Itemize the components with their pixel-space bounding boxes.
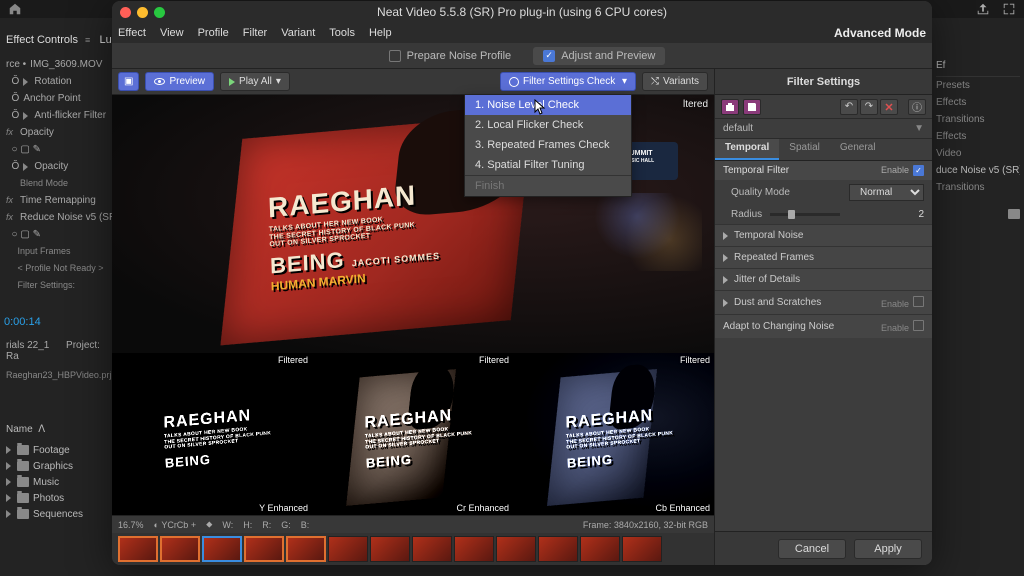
adapt-enable-check[interactable] bbox=[913, 320, 924, 331]
eye-icon bbox=[154, 78, 165, 85]
filter-settings-header: Filter Settings bbox=[715, 69, 932, 95]
section-adapt[interactable]: Adapt to Changing NoiseEnable bbox=[715, 314, 932, 338]
status-bar: 16.7% ◐ YCrCb + ⬥ W:H: R:G:B: Frame: 384… bbox=[112, 515, 714, 533]
channel-cb[interactable]: RAEGHANTALKS ABOUT HER NEW BOOKTHE SECRE… bbox=[514, 353, 714, 515]
channel-cr[interactable]: RAEGHANTALKS ABOUT HER NEW BOOKTHE SECRE… bbox=[313, 353, 513, 515]
export-icon[interactable] bbox=[976, 2, 990, 16]
bin-footage[interactable]: Footage bbox=[6, 442, 116, 458]
dropdown-flicker-check[interactable]: 2. Local Flicker Check bbox=[465, 115, 631, 135]
play-icon bbox=[229, 78, 235, 86]
gear-icon bbox=[509, 77, 519, 87]
tab-general[interactable]: General bbox=[830, 139, 886, 160]
profile-status: < Profile Not Ready > bbox=[6, 260, 114, 277]
project-tab[interactable]: rials 22_1 Project: Ra bbox=[6, 340, 114, 362]
radius-slider[interactable] bbox=[770, 213, 840, 216]
mode-adjust-preview[interactable]: Adjust and Preview bbox=[533, 47, 665, 65]
bin-graphics[interactable]: Graphics bbox=[6, 458, 116, 474]
undo-button[interactable]: ↶ bbox=[840, 99, 858, 115]
effect-reducenoise[interactable]: fxReduce Noise v5 (SR) bbox=[6, 209, 114, 226]
section-dust[interactable]: Dust and ScratchesEnable bbox=[715, 290, 932, 314]
dropdown-repeated-frames[interactable]: 3. Repeated Frames Check bbox=[465, 135, 631, 155]
menu-tools[interactable]: Tools bbox=[329, 27, 355, 39]
advanced-mode-label[interactable]: Advanced Mode bbox=[834, 26, 926, 40]
input-frames-label: Input Frames bbox=[6, 243, 114, 260]
dropdown-noise-level[interactable]: 1. Noise Level Check bbox=[465, 95, 631, 115]
filtered-label: ltered bbox=[683, 99, 708, 110]
screenshot-button[interactable]: ▣ bbox=[118, 72, 139, 91]
channel-y[interactable]: RAEGHANTALKS ABOUT HER NEW BOOKTHE SECRE… bbox=[112, 353, 312, 515]
frame-info: Frame: 3840x2160, 32-bit RGB bbox=[583, 520, 708, 530]
section-temporal-noise[interactable]: Temporal Noise bbox=[715, 224, 932, 246]
help-button[interactable]: ⓘ bbox=[908, 99, 926, 115]
redo-button[interactable]: ↷ bbox=[860, 99, 878, 115]
project-file: Raeghan23_HBPVideo.prj bbox=[6, 370, 114, 380]
menu-view[interactable]: View bbox=[160, 27, 184, 39]
mode-prepare-profile[interactable]: Prepare Noise Profile bbox=[379, 47, 522, 65]
param-antiflicker[interactable]: Ŏ Anti-flicker Filter bbox=[6, 107, 114, 124]
apply-button[interactable]: Apply bbox=[854, 539, 922, 559]
effect-controls-label: Effect Controls ≡ Lu bbox=[6, 34, 112, 46]
section-repeated-frames[interactable]: Repeated Frames bbox=[715, 246, 932, 268]
reset-button[interactable] bbox=[880, 99, 898, 115]
mouse-cursor bbox=[534, 99, 546, 115]
source-clip: rce • IMG_3609.MOV ▾ fl bbox=[6, 56, 114, 73]
zoom-level[interactable]: 16.7% bbox=[118, 520, 144, 530]
menu-filter[interactable]: Filter bbox=[243, 27, 267, 39]
menubar: Effect View Profile Filter Variant Tools… bbox=[112, 23, 932, 43]
section-jitter[interactable]: Jitter of Details bbox=[715, 268, 932, 290]
dropdown-finish[interactable]: Finish bbox=[465, 175, 631, 196]
filter-settings-check-button[interactable]: Filter Settings Check ▾ bbox=[500, 72, 636, 91]
quality-mode-param: Quality Mode Normal bbox=[715, 180, 932, 205]
param-opacity[interactable]: Ŏ Opacity bbox=[6, 158, 114, 175]
frame-thumbnails[interactable] bbox=[112, 533, 714, 565]
preset-name[interactable]: default▼ bbox=[715, 119, 932, 139]
effect-opacity[interactable]: fxOpacity bbox=[6, 124, 114, 141]
timecode[interactable]: 0:00:14 bbox=[4, 316, 41, 328]
fullscreen-icon[interactable] bbox=[1002, 2, 1016, 16]
radius-param: Radius 2 bbox=[715, 205, 932, 224]
name-column-header[interactable]: Name ᐱ bbox=[6, 424, 45, 435]
variants-button[interactable]: ⤭ Variants bbox=[642, 72, 708, 91]
home-icon[interactable] bbox=[8, 2, 22, 16]
dropdown-spatial-tuning[interactable]: 4. Spatial Filter Tuning bbox=[465, 155, 631, 175]
menu-effect[interactable]: Effect bbox=[118, 27, 146, 39]
menu-help[interactable]: Help bbox=[369, 27, 392, 39]
param-rotation[interactable]: Ŏ Rotation bbox=[6, 73, 114, 90]
filter-check-dropdown: 1. Noise Level Check 2. Local Flicker Ch… bbox=[464, 94, 632, 197]
tab-temporal[interactable]: Temporal bbox=[715, 139, 779, 160]
bin-sequences[interactable]: Sequences bbox=[6, 506, 116, 522]
quality-mode-select[interactable]: Normal bbox=[849, 184, 924, 201]
preset-load-button[interactable] bbox=[721, 99, 739, 115]
preset-save-button[interactable] bbox=[743, 99, 761, 115]
color-space[interactable]: ◐ YCrCb + bbox=[154, 520, 197, 530]
temporal-enable-check[interactable] bbox=[913, 165, 924, 176]
dust-enable-check[interactable] bbox=[913, 296, 924, 307]
menu-variant[interactable]: Variant bbox=[281, 27, 315, 39]
plugin-window: Neat Video 5.5.8 (SR) Pro plug-in (using… bbox=[112, 1, 932, 565]
menu-profile[interactable]: Profile bbox=[198, 27, 229, 39]
titlebar[interactable]: Neat Video 5.5.8 (SR) Pro plug-in (using… bbox=[112, 1, 932, 23]
tab-spatial[interactable]: Spatial bbox=[779, 139, 830, 160]
bin-photos[interactable]: Photos bbox=[6, 490, 116, 506]
param-anchor[interactable]: Ŏ Anchor Point bbox=[6, 90, 114, 107]
window-title: Neat Video 5.5.8 (SR) Pro plug-in (using… bbox=[112, 5, 932, 19]
cancel-button[interactable]: Cancel bbox=[778, 539, 846, 559]
preview-button[interactable]: Preview bbox=[145, 72, 214, 91]
play-all-button[interactable]: Play All ▾ bbox=[220, 72, 290, 91]
temporal-filter-header: Temporal Filter Enable bbox=[715, 161, 932, 180]
effect-timeremap[interactable]: fxTime Remapping bbox=[6, 192, 114, 209]
bin-music[interactable]: Music bbox=[6, 474, 116, 490]
preview-toolbar: ▣ Preview Play All ▾ Filter Settings Che… bbox=[112, 69, 714, 95]
